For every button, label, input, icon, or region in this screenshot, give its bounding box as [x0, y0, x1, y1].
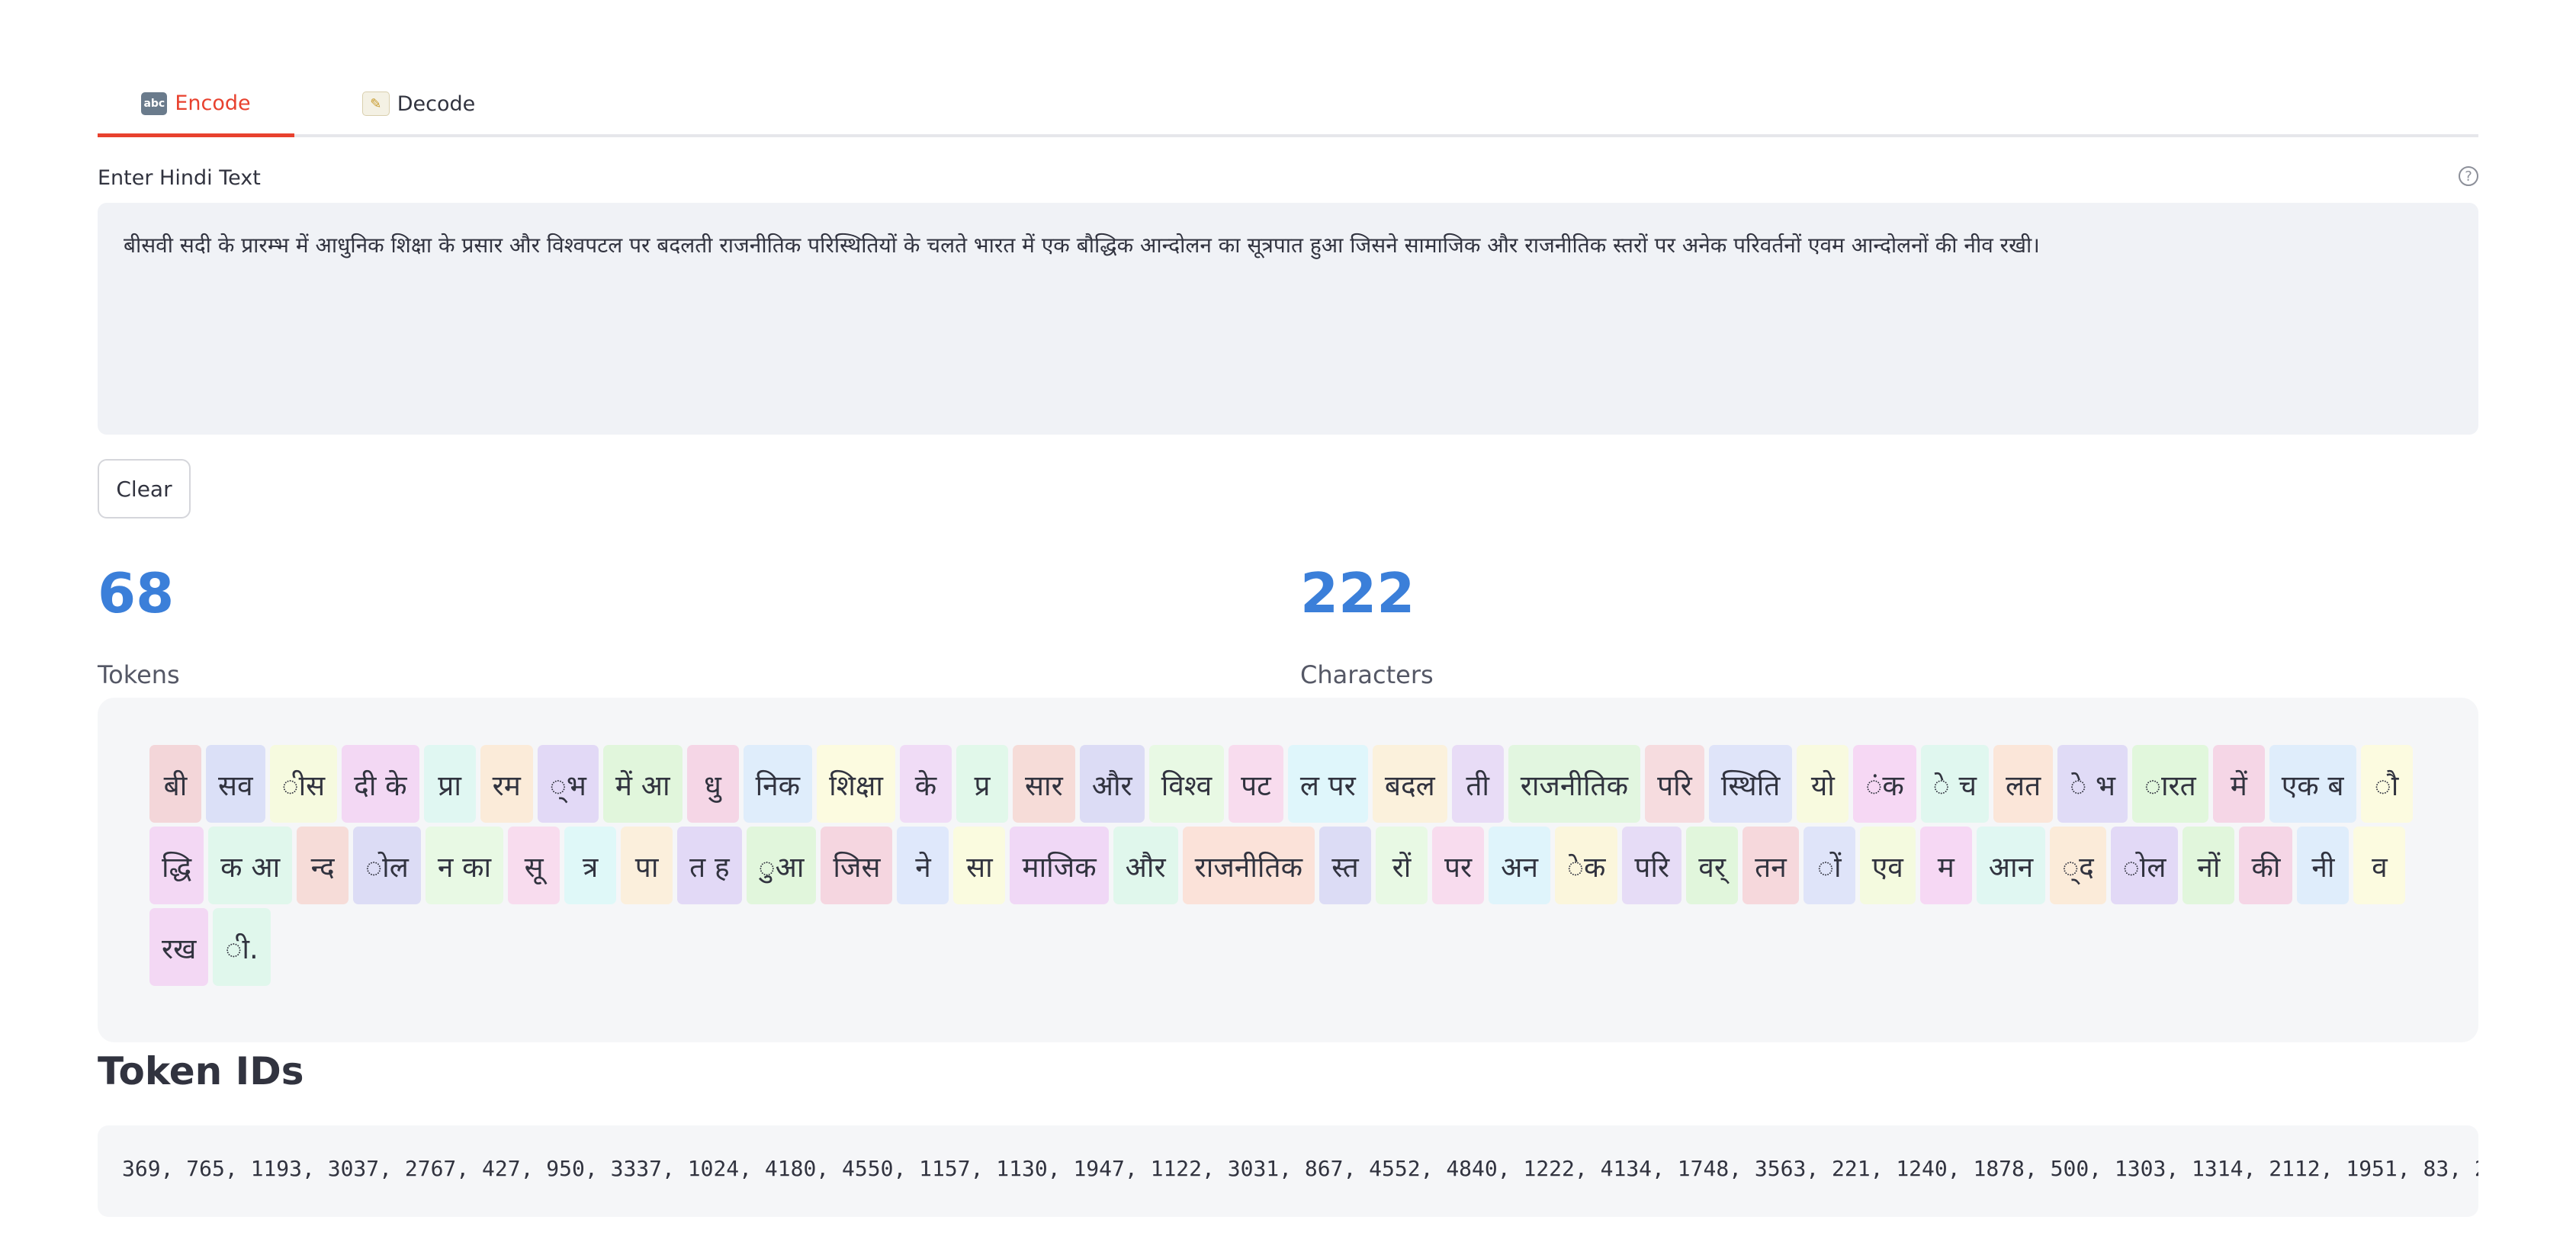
token-chip: और — [1113, 827, 1178, 904]
memo-icon: ✎ — [361, 91, 390, 116]
token-chip: रम — [480, 745, 533, 823]
token-chip: ने — [897, 827, 949, 904]
tokens-count: 68 — [98, 561, 175, 625]
token-chip: ्द — [2050, 827, 2106, 904]
token-chip: धु — [686, 745, 739, 823]
token-chip: सव — [206, 745, 265, 823]
characters-count: 222 — [1300, 561, 1415, 625]
tokens-label: Tokens — [98, 660, 180, 689]
token-ids-heading: Token IDs — [98, 1049, 304, 1093]
token-chip: ीस — [269, 745, 338, 823]
token-chip: ्भ — [537, 745, 599, 823]
token-visualization-panel: बी सवीस दी के प्रा रम्भ में आ धु निक शिक्षा के प्र… — [98, 698, 2478, 1042]
token-chip: राजनीतिक — [1182, 827, 1315, 904]
tab-decode[interactable]: ✎ Decode — [294, 73, 543, 134]
token-chip: जिस — [821, 827, 893, 904]
token-chip: में आ — [602, 745, 683, 823]
characters-label: Characters — [1300, 660, 1434, 689]
token-chip: सार — [1012, 745, 1075, 823]
token-chip: ुआ — [746, 827, 817, 904]
token-chip: एव — [1859, 827, 1916, 904]
token-chip: अन — [1489, 827, 1550, 904]
token-chip: शिक्षा — [817, 745, 895, 823]
token-chip: प्र — [956, 745, 1008, 823]
token-chip: त्र — [564, 827, 617, 904]
token-chip: न्द — [297, 827, 349, 904]
token-chip: ी. — [213, 908, 271, 986]
token-grid: बी सवीस दी के प्रा रम्भ में आ धु निक शिक्षा के प्र… — [149, 745, 2437, 990]
token-chip: आन — [1976, 827, 2046, 904]
token-chip: और — [1079, 745, 1145, 823]
token-chip: ोल — [2110, 827, 2179, 904]
token-chip: ों — [1803, 827, 1855, 904]
tab-encode[interactable]: abc Encode — [98, 73, 294, 137]
token-chip: वर् — [1686, 827, 1739, 904]
token-chip: े भ — [2057, 745, 2128, 823]
token-chip: नी — [2297, 827, 2350, 904]
token-chip: म — [1919, 827, 1972, 904]
token-chip: सा — [953, 827, 1006, 904]
token-chip: तन — [1742, 827, 1799, 904]
question-circle-icon[interactable]: ? — [2459, 166, 2478, 186]
clear-button[interactable]: Clear — [98, 459, 191, 518]
token-chip: राजनीतिक — [1508, 745, 1641, 823]
token-chip: पट — [1229, 745, 1283, 823]
token-chip: प्रा — [423, 745, 476, 823]
token-chip: ती — [1451, 745, 1504, 823]
token-chip: में — [2212, 745, 2265, 823]
token-chip: नों — [2183, 827, 2235, 904]
token-chip: बी — [149, 745, 201, 823]
token-chip: यो — [1797, 745, 1849, 823]
token-chip: विश्व — [1148, 745, 1225, 823]
token-chip: रख — [149, 908, 209, 986]
token-chip: क आ — [208, 827, 293, 904]
token-chip: ंक — [1853, 745, 1916, 823]
token-chip: पर — [1432, 827, 1485, 904]
token-chip: के — [899, 745, 952, 823]
token-chip: परि — [1645, 745, 1704, 823]
token-chip: दी के — [342, 745, 419, 823]
tab-bar: abc Encode ✎ Decode — [98, 73, 2478, 137]
hindi-text-input[interactable] — [98, 203, 2478, 435]
token-chip: द्धि — [149, 827, 204, 904]
token-chip: ोल — [353, 827, 421, 904]
token-chip: ौ — [2360, 745, 2413, 823]
token-chip: स्थिति — [1708, 745, 1793, 823]
hindi-text-label: Enter Hindi Text — [98, 166, 261, 190]
token-chip: न का — [425, 827, 504, 904]
token-chip: ल पर — [1287, 745, 1368, 823]
token-chip: की — [2239, 827, 2293, 904]
token-chip: सू — [508, 827, 560, 904]
token-ids-text: 369, 765, 1193, 3037, 2767, 427, 950, 33… — [122, 1156, 2478, 1181]
token-chip: परि — [1622, 827, 1682, 904]
tab-decode-label: Decode — [397, 91, 476, 116]
token-chip: लत — [1993, 745, 2054, 823]
token-chip: निक — [743, 745, 813, 823]
token-chip: रों — [1376, 827, 1428, 904]
abc-icon: abc — [141, 91, 168, 115]
token-chip: ेक — [1554, 827, 1618, 904]
token-chip: व — [2353, 827, 2406, 904]
token-ids-code-block[interactable]: 369, 765, 1193, 3037, 2767, 427, 950, 33… — [98, 1125, 2478, 1217]
token-chip: माजिक — [1010, 827, 1109, 904]
token-chip: बदल — [1372, 745, 1447, 823]
token-chip: ारत — [2131, 745, 2208, 823]
tab-encode-label: Encode — [175, 91, 251, 115]
token-chip: े च — [1920, 745, 1990, 823]
token-chip: पा — [621, 827, 673, 904]
token-chip: त ह — [677, 827, 742, 904]
token-chip: स्त — [1319, 827, 1372, 904]
token-chip: एक ब — [2269, 745, 2356, 823]
